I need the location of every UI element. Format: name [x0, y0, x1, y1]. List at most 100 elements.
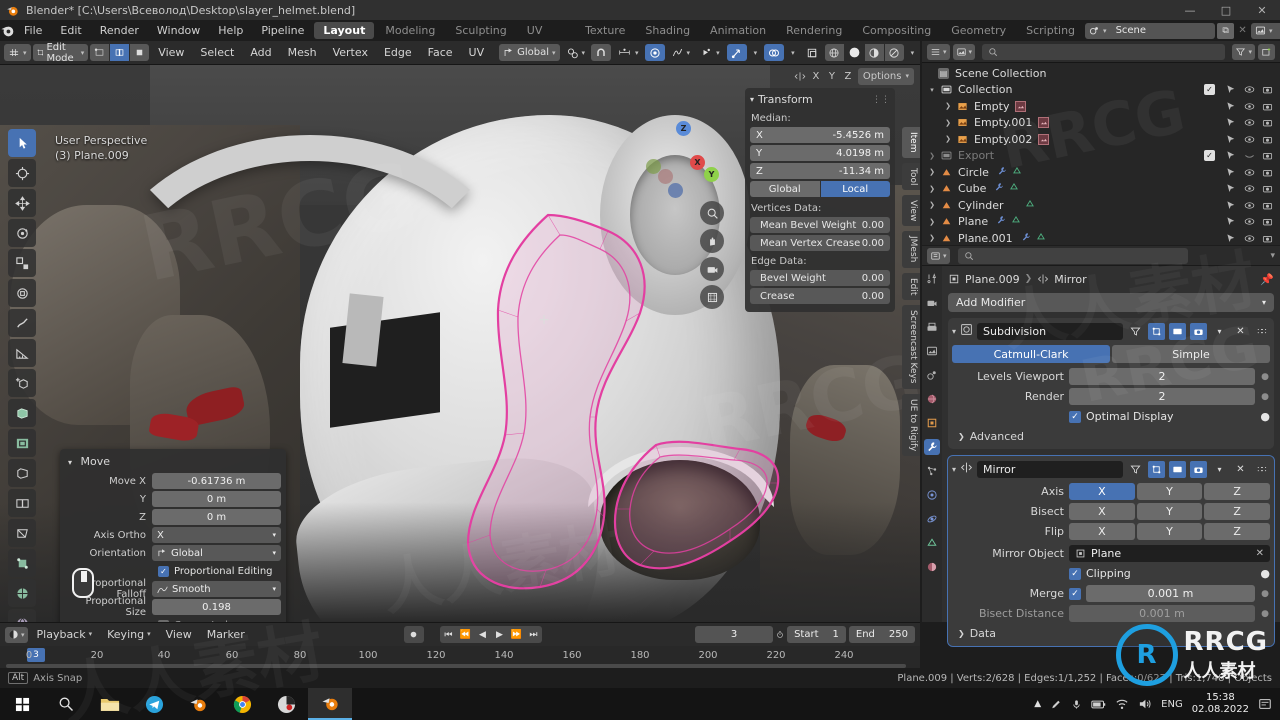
wireframe-shading-icon[interactable] [824, 44, 844, 61]
viewport-menu-mesh[interactable]: Mesh [281, 44, 324, 61]
timeline-editor-type-icon[interactable]: ▾ [5, 626, 28, 643]
gizmo-dropdown-icon[interactable]: ▾ [750, 44, 762, 61]
material-preview-shading-icon[interactable] [864, 44, 884, 61]
row-visibility-icon[interactable] [1244, 117, 1255, 128]
viewport-menu-face[interactable]: Face [421, 44, 460, 61]
mirror-bisect-x-button[interactable]: X [1069, 503, 1135, 520]
mirror-edit-mode-icon[interactable] [1148, 460, 1165, 478]
mirror-flip-row[interactable]: Flip X Y Z [952, 523, 1271, 540]
notifications-icon[interactable] [1258, 697, 1272, 711]
object-tab-icon[interactable] [924, 415, 940, 431]
viewport-menu-edge[interactable]: Edge [377, 44, 419, 61]
row-selectable-icon[interactable] [1226, 183, 1237, 194]
workspace-tab-compositing[interactable]: Compositing [853, 22, 940, 39]
edge-select-mode-icon[interactable] [110, 44, 130, 61]
jump-start-button[interactable]: ⏮ [440, 626, 457, 643]
mirror-flip-z-button[interactable]: Z [1204, 523, 1271, 540]
mirror-bisect-distance-row[interactable]: Bisect Distance 0.001 m ● [952, 605, 1270, 622]
show-gizmo-icon[interactable] [726, 44, 747, 61]
blender-icon[interactable] [176, 688, 220, 720]
simple-button[interactable]: Simple [1112, 345, 1270, 363]
transform-panel-header[interactable]: ▾ Transform ⋮⋮ [750, 92, 890, 110]
npanel-tab-edit[interactable]: Edit [902, 272, 920, 301]
poly-build-tool-icon[interactable] [8, 549, 36, 577]
smooth-tool-icon[interactable] [8, 609, 36, 622]
row-render-icon[interactable] [1262, 167, 1273, 178]
gizmo-axis-x-neg[interactable] [658, 169, 673, 184]
volume-icon[interactable] [1138, 698, 1152, 710]
subdivision-type-toggle[interactable]: Catmull-Clark Simple [952, 345, 1270, 363]
mirror-axis-z-button[interactable]: Z [1204, 483, 1271, 500]
play-button[interactable]: ▶ [491, 626, 508, 643]
world-tab-icon[interactable] [924, 391, 940, 407]
mirror-merge-row[interactable]: Merge ✓ 0.001 m ● [952, 585, 1270, 602]
workspace-tab-texture-paint[interactable]: Texture Paint [576, 22, 634, 54]
row-twisty-icon[interactable]: ❯ [926, 201, 938, 209]
chrome-icon[interactable] [220, 688, 264, 720]
output-tab-icon[interactable] [924, 319, 940, 335]
row-twisty-icon[interactable]: ❯ [926, 152, 938, 160]
mirror-flip-y-button[interactable]: Y [1136, 523, 1203, 540]
proportional-falloff-icon[interactable]: ▾ [667, 44, 695, 61]
proportional-falloff-dropdown[interactable]: Smooth ▾ [152, 581, 281, 597]
outliner-row[interactable]: ❯ Empty [922, 98, 1280, 115]
subdivision-name-field[interactable]: Subdivision [977, 322, 1123, 340]
mirror-render-icon[interactable] [1190, 460, 1207, 478]
move-x-row[interactable]: Move X -0.61736 m [65, 473, 281, 489]
face-select-mode-icon[interactable] [130, 44, 150, 61]
row-twisty-icon[interactable]: ❯ [942, 102, 954, 110]
workspace-tab-geometry-nodes[interactable]: Geometry Nodes [942, 22, 1015, 54]
row-visibility-icon[interactable] [1244, 233, 1255, 244]
viewlayer-tab-icon[interactable] [924, 343, 940, 359]
menu-help[interactable]: Help [209, 20, 252, 41]
close-button[interactable]: ✕ [1244, 0, 1280, 20]
current-frame-field[interactable]: 3 [695, 626, 774, 643]
subdivision-realtime-icon[interactable] [1169, 322, 1186, 340]
mirror-axis-x[interactable]: X [810, 71, 822, 82]
mirror-axis-z[interactable]: Z [842, 71, 854, 82]
outliner-tree[interactable]: ▤ Scene Collection ▾ Collection ✓ ❯ Empt… [922, 63, 1280, 245]
row-render-icon[interactable] [1262, 216, 1273, 227]
row-render-icon[interactable] [1262, 150, 1273, 161]
npanel-tab-jmesh[interactable]: JMesh [902, 231, 920, 268]
move-y-row[interactable]: Y 0 m [65, 491, 281, 507]
proportional-editing-toggle[interactable] [644, 44, 665, 61]
gizmo-axis-z[interactable]: Z [676, 121, 691, 136]
npanel-tab-view[interactable]: View [902, 194, 920, 227]
merge-checkbox[interactable]: ✓ [1069, 587, 1081, 600]
proportional-falloff-row[interactable]: Proportional Falloff Smooth ▾ [65, 578, 281, 600]
connected-checkbox[interactable] [158, 619, 169, 622]
maximize-button[interactable]: □ [1208, 0, 1244, 20]
median-y-field[interactable]: Y 4.0198 m [750, 145, 890, 161]
constraints-tab-icon[interactable] [924, 511, 940, 527]
optimal-display-checkbox[interactable]: ✓ [1069, 410, 1081, 423]
inset-tool-icon[interactable] [8, 429, 36, 457]
breadcrumb-modifier-name[interactable]: Mirror [1054, 273, 1086, 286]
vertex-select-mode-icon[interactable] [90, 44, 110, 61]
subdivision-edit-mode-icon[interactable] [1148, 322, 1165, 340]
mirror-bisect-row[interactable]: Bisect X Y Z [952, 503, 1271, 520]
viewport-3d[interactable]: + ▾ Edit Mode ▾ View Select Add Mesh Ver… [0, 41, 920, 622]
mirror-object-field[interactable]: Plane ✕ [1069, 545, 1270, 562]
mean-vertex-crease-field[interactable]: Mean Vertex Crease 0.00 [750, 235, 890, 251]
render-levels-value[interactable]: 2 [1069, 388, 1255, 405]
clipping-checkbox[interactable]: ✓ [1069, 567, 1081, 580]
row-render-icon[interactable] [1262, 101, 1273, 112]
outliner-new-collection-icon[interactable] [1258, 43, 1275, 60]
row-twisty-icon[interactable]: ❯ [926, 218, 938, 226]
navigation-gizmo[interactable]: Z X Y [646, 121, 720, 198]
menu-window[interactable]: Window [148, 20, 209, 41]
outliner-row[interactable]: ❯ Circle [922, 164, 1280, 181]
add-modifier-button[interactable]: Add Modifier ▾ [948, 293, 1274, 312]
mirror-axis-buttons[interactable]: X Y Z [1069, 483, 1271, 500]
proportional-size-value[interactable]: 0.198 [152, 599, 281, 615]
workspace-tab-uv-editing[interactable]: UV Editing [518, 22, 574, 54]
outliner-display-mode-icon[interactable]: ▾ [952, 43, 976, 60]
snap-magnet-icon[interactable] [591, 44, 612, 61]
npanel-tab-item[interactable]: Item [902, 127, 920, 158]
spin-tool-icon[interactable] [8, 579, 36, 607]
outliner-search-input[interactable] [982, 43, 1226, 60]
row-visibility-icon[interactable] [1244, 150, 1255, 161]
subdivision-delete-icon[interactable]: ✕ [1232, 323, 1249, 340]
menu-file[interactable]: File [15, 20, 51, 41]
